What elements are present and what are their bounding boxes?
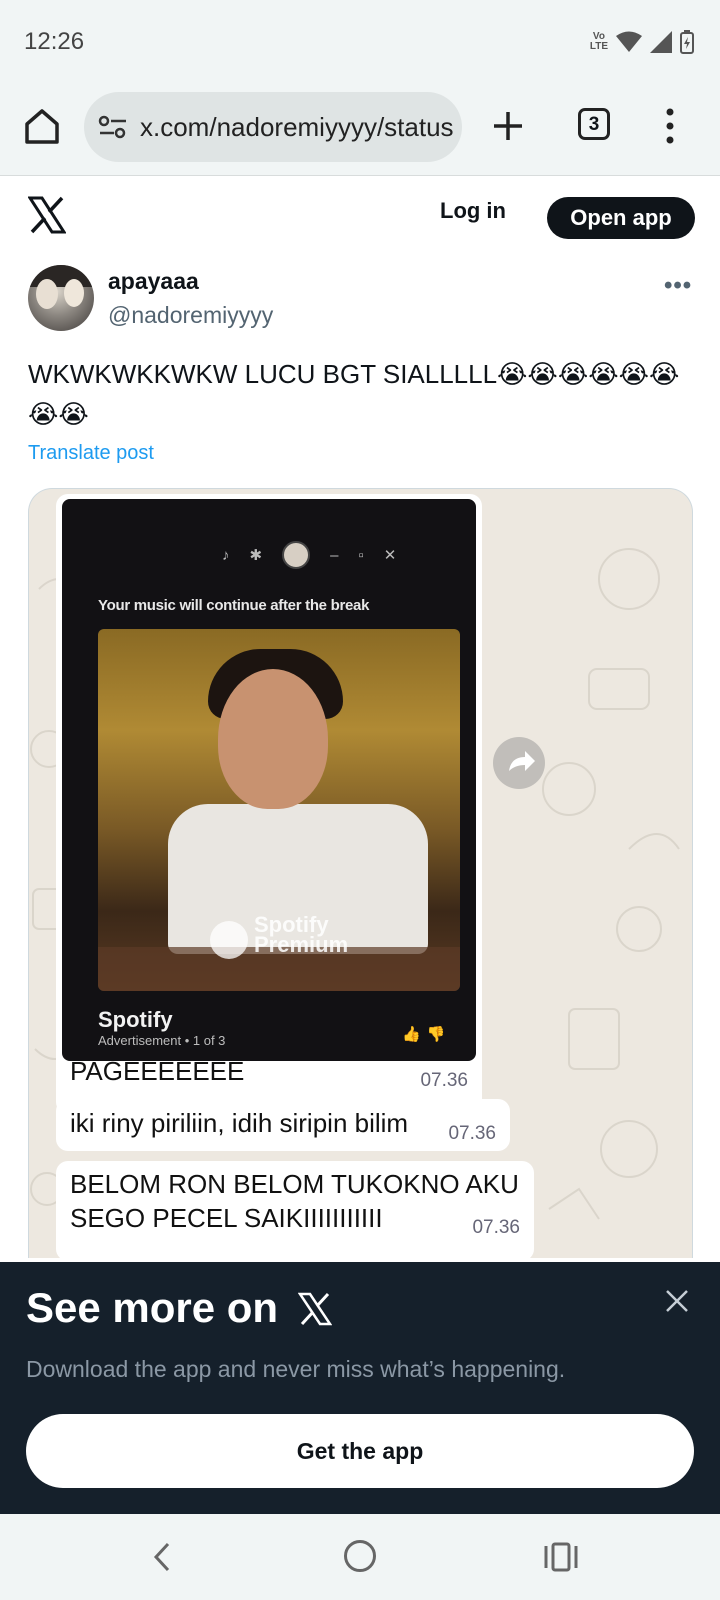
spotify-ad-label: Advertisement • 1 of 3 (98, 1033, 226, 1048)
author-display-name[interactable]: apayaaa (108, 268, 199, 295)
wifi-icon (616, 31, 642, 52)
status-time: 12:26 (24, 28, 85, 55)
get-the-app-button[interactable]: Get the app (26, 1414, 694, 1488)
sheet-subtitle: Download the app and never miss what’s h… (26, 1356, 566, 1382)
signal-icon (650, 31, 672, 53)
author-handle[interactable]: @nadoremiyyyy (108, 302, 273, 329)
tab-switcher-button[interactable]: 3 (578, 108, 610, 140)
home-nav-icon[interactable] (344, 1540, 376, 1572)
battery-icon (680, 30, 694, 54)
avatar-face-right (64, 279, 84, 307)
minimize-icon: – (330, 546, 339, 564)
spotify-premium-watermark: Spotify Premium (254, 912, 349, 957)
spotify-break-banner: Your music will continue after the break (98, 597, 370, 614)
maximize-icon: ▫ (358, 546, 364, 564)
chat-message-text-line1: BELOM RON BELOM TUKOKNO AKU (70, 1169, 519, 1199)
overflow-menu-icon[interactable] (662, 106, 678, 146)
more-options-button[interactable]: ••• (664, 272, 692, 300)
site-settings-icon[interactable] (98, 114, 128, 140)
chat-message-time: 07.36 (420, 1070, 468, 1091)
spotify-ad-screenshot: ♪ ✱ – ▫ ✕ Your music will continue after… (62, 499, 476, 1061)
author-avatar[interactable] (28, 265, 94, 331)
chat-message-text: iki riny piriliin, idih siripin bilim (70, 1108, 409, 1138)
address-bar[interactable]: x.com/nadoremiyyyy/status (84, 92, 462, 162)
chat-image-bubble: ♪ ✱ – ▫ ✕ Your music will continue after… (56, 494, 482, 1114)
url-text: x.com/nadoremiyyyy/status (140, 112, 454, 142)
spotify-window-controls: ♪ ✱ – ▫ ✕ (222, 541, 396, 569)
back-icon[interactable] (148, 1540, 178, 1574)
chat-message-bubble: BELOM RON BELOM TUKOKNO AKU SEGO PECEL S… (56, 1161, 534, 1258)
thumbs-icons: 👍👎 (402, 1026, 452, 1043)
chat-message-bubble: iki riny piriliin, idih siripin bilim 07… (56, 1099, 510, 1151)
x-logo-icon (298, 1292, 332, 1326)
chat-message-time: 07.36 (472, 1217, 520, 1238)
spotify-avatar (282, 541, 311, 569)
avatar-face-left (36, 279, 58, 309)
post-text: WKWKWKKWKW LUCU BGT SIALLLLL😭😭😭😭😭😭😭😭 (28, 359, 680, 429)
browser-toolbar: x.com/nadoremiyyyy/status 3 (0, 84, 720, 176)
close-icon[interactable] (664, 1288, 690, 1314)
translate-post-link[interactable]: Translate post (28, 442, 154, 465)
system-nav-bar (0, 1514, 720, 1600)
sheet-title: See more on (26, 1284, 279, 1331)
spotify-ad-photo: Spotify Premium (98, 629, 460, 991)
chat-message-time: 07.36 (448, 1123, 496, 1144)
forward-icon (493, 737, 545, 789)
post-media-image[interactable]: ♪ ✱ – ▫ ✕ Your music will continue after… (28, 488, 693, 1258)
new-tab-icon[interactable] (488, 106, 528, 146)
person-head (218, 669, 328, 809)
see-more-sheet: See more on Download the app and never m… (0, 1262, 720, 1514)
status-icons: Vo LTE (590, 30, 694, 54)
volte-icon: Vo LTE (589, 31, 608, 52)
home-icon[interactable] (22, 106, 62, 146)
spotify-logo-icon (210, 921, 248, 959)
status-bar: 12:26 Vo LTE (0, 0, 720, 84)
chat-message-text: PAGEEEEEEE (70, 1056, 245, 1086)
login-link[interactable]: Log in (440, 198, 506, 224)
bell-icon: ♪ (222, 546, 230, 564)
friends-icon: ✱ (249, 547, 263, 564)
chat-message-text-line2: SEGO PECEL SAIKIIIIIIIIIII (70, 1203, 383, 1233)
spotify-brand: Spotify (98, 1007, 173, 1032)
recents-icon[interactable] (544, 1542, 578, 1572)
x-logo-icon[interactable] (28, 196, 66, 234)
close-icon: ✕ (383, 547, 397, 564)
open-app-button[interactable]: Open app (547, 197, 695, 239)
